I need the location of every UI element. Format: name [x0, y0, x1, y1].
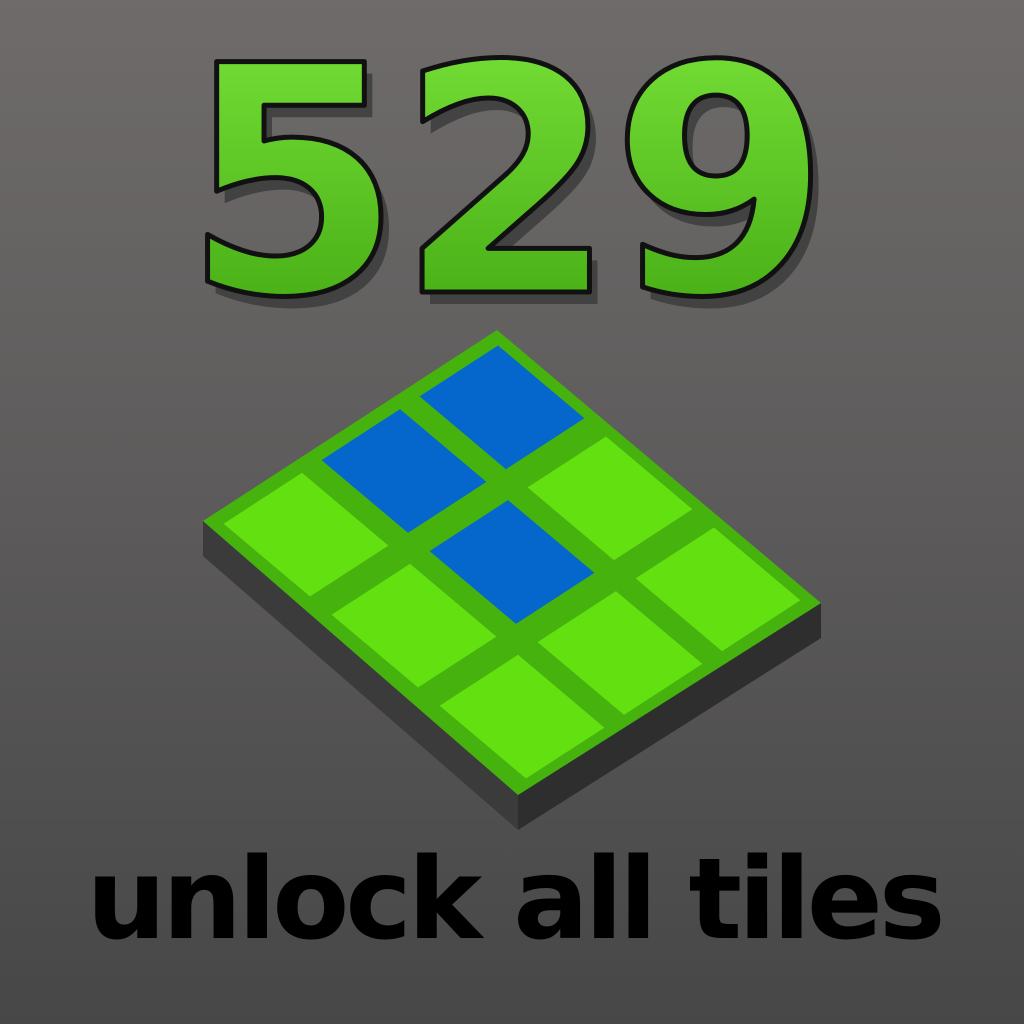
caption-text: unlock all tiles — [87, 835, 942, 965]
tile-board — [203, 330, 821, 830]
score-display: 529 529 — [181, 0, 839, 379]
score-number: 529 — [183, 0, 825, 367]
icon-canvas: 529 529 unlock all tiles — [87, 0, 946, 965]
tile-grid — [223, 345, 801, 779]
